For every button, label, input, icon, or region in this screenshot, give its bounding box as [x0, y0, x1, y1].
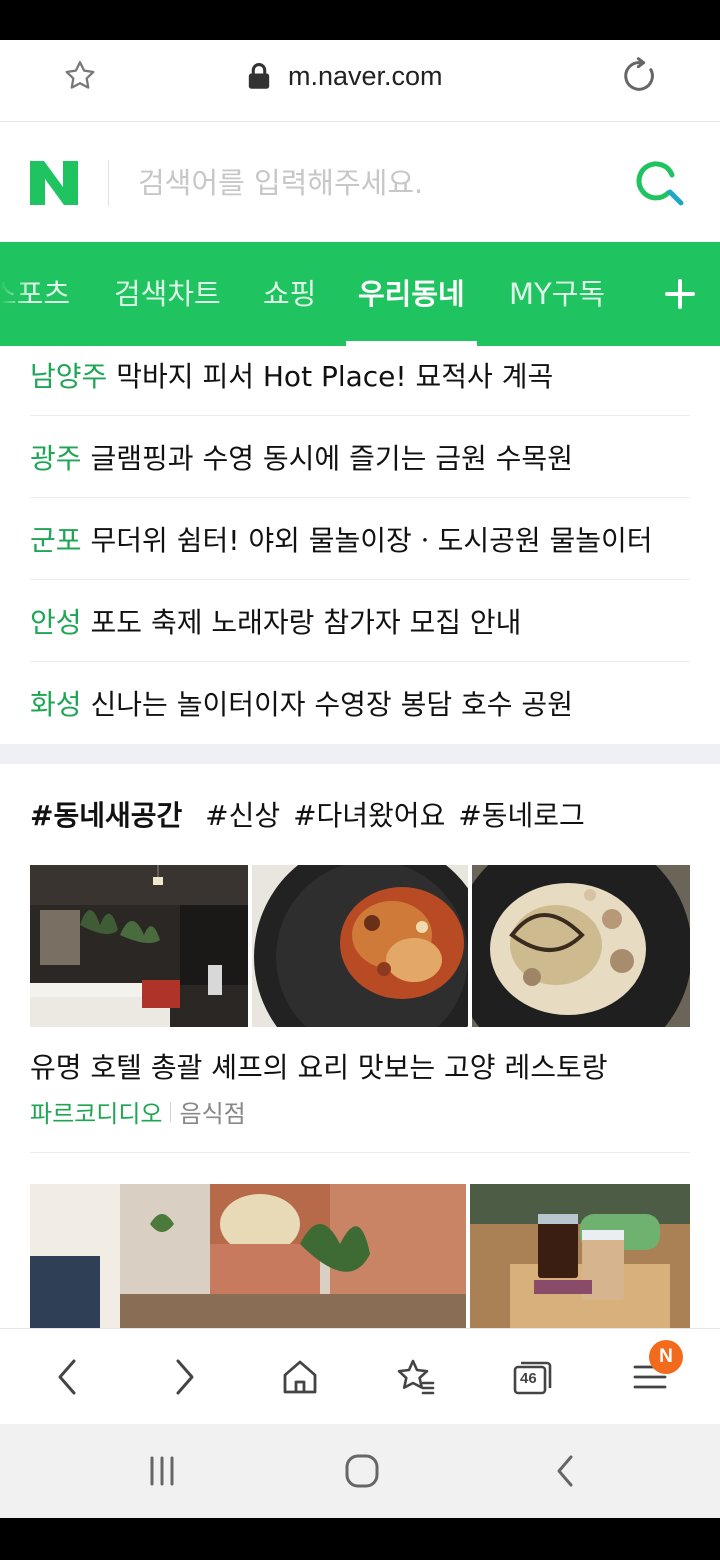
notification-badge: N	[649, 1340, 683, 1374]
iced-coffee-photo[interactable]	[470, 1184, 690, 1328]
forward-button[interactable]	[156, 1349, 212, 1405]
browser-url-bar: m.naver.com	[0, 40, 720, 122]
card-category: 음식점	[179, 1100, 246, 1128]
browser-toolbar: 46	[0, 1328, 720, 1424]
hashtag[interactable]: #신상	[205, 799, 280, 832]
card-place-name[interactable]: 파르코디디오	[30, 1094, 162, 1129]
list-item[interactable]: 화성 신나는 놀이터이자 수영장 봉담 호수 공원	[30, 662, 690, 744]
search-divider	[108, 160, 109, 206]
news-region: 화성	[30, 688, 82, 721]
system-back-icon	[557, 1455, 573, 1487]
tab-shopping[interactable]: 쇼핑	[263, 242, 316, 346]
status-bar	[0, 0, 720, 40]
bottom-bezel	[0, 1518, 720, 1560]
home-circle-icon	[345, 1454, 379, 1488]
chevron-right-icon	[176, 1359, 194, 1395]
list-item[interactable]: 군포 무더위 쉼터! 야외 물놀이장ㆍ도시공원 물놀이터	[30, 498, 690, 580]
list-item[interactable]: 남양주 막바지 피서 Hot Place! 묘적사 계곡	[30, 334, 690, 416]
tab-my-subscription[interactable]: MY구독	[509, 242, 605, 346]
news-title: 글램핑과 수영 동시에 즐기는 금원 수목원	[90, 441, 573, 475]
news-region: 안성	[30, 605, 82, 639]
tab-neighborhood[interactable]: 우리동네	[346, 242, 477, 346]
hashtag-row: #동네새공간 #신상 #다녀왔어요 #동네로그	[30, 794, 589, 834]
section-gap	[0, 744, 720, 764]
news-region: 광주	[30, 441, 82, 475]
news-region: 남양주	[30, 359, 108, 393]
card-divider	[30, 1152, 690, 1153]
tab-search-chart[interactable]: 검색차트	[114, 242, 221, 346]
lock-icon	[248, 63, 270, 89]
search-button[interactable]	[632, 154, 690, 212]
system-navigation-bar	[0, 1424, 720, 1518]
hashtag[interactable]: #다녀왔어요	[293, 799, 445, 832]
tabs-fade	[0, 242, 30, 346]
chevron-left-icon	[58, 1359, 76, 1395]
news-region: 군포	[30, 523, 82, 557]
news-title: 포도 축제 노래자랑 참가자 모집 안내	[90, 605, 522, 639]
cafe-interior-photo[interactable]	[30, 1184, 466, 1328]
address-field[interactable]: m.naver.com	[246, 54, 443, 98]
news-title: 막바지 피서 Hot Place! 묘적사 계곡	[116, 359, 554, 393]
category-tabs: 스포츠 검색차트 쇼핑 우리동네 MY구독	[0, 242, 720, 346]
tabs-button[interactable]: 46	[504, 1349, 560, 1405]
recent-apps-button[interactable]	[137, 1446, 187, 1496]
search-input[interactable]	[124, 156, 604, 210]
pasta-photo[interactable]	[252, 865, 468, 1027]
naver-logo[interactable]	[30, 159, 78, 207]
star-icon	[65, 61, 95, 89]
news-title: 신나는 놀이터이자 수영장 봉담 호수 공원	[90, 688, 573, 721]
news-title: 무더위 쉼터! 야외 물놀이장ㆍ도시공원 물놀이터	[90, 523, 653, 557]
reload-icon	[624, 57, 654, 91]
bookmarks-button[interactable]	[388, 1349, 444, 1405]
add-tab-button[interactable]	[640, 242, 720, 346]
plus-icon	[665, 279, 695, 309]
system-back-button[interactable]	[540, 1446, 590, 1496]
reload-button[interactable]	[616, 52, 664, 100]
search-icon	[636, 161, 684, 206]
home-icon	[283, 1360, 317, 1394]
cream-pasta-photo[interactable]	[472, 865, 690, 1027]
hashtag[interactable]: #동네로그	[458, 799, 585, 832]
recent-apps-icon	[150, 1456, 174, 1486]
new-places-section: #동네새공간 #신상 #다녀왔어요 #동네로그 유명 호텔 총괄 셰프의 요리 …	[0, 764, 720, 1328]
list-item[interactable]: 광주 글램핑과 수영 동시에 즐기는 금원 수목원	[30, 416, 690, 498]
meta-separator	[170, 1101, 172, 1122]
card-meta: 파르코디디오 음식점	[30, 1094, 246, 1129]
tab-count: 46	[520, 1370, 537, 1387]
list-item[interactable]: 안성 포도 축제 노래자랑 참가자 모집 안내	[30, 580, 690, 662]
system-home-button[interactable]	[337, 1446, 387, 1496]
url-text: m.naver.com	[288, 60, 443, 91]
home-button[interactable]	[272, 1349, 328, 1405]
bookmark-add-button[interactable]	[58, 54, 102, 98]
back-button[interactable]	[40, 1349, 96, 1405]
local-news-list: 남양주 막바지 피서 Hot Place! 묘적사 계곡 광주 글램핑과 수영 …	[0, 346, 720, 744]
hashtag-primary[interactable]: #동네새공간	[30, 799, 182, 832]
search-header	[0, 122, 720, 242]
card-title[interactable]: 유명 호텔 총괄 셰프의 요리 맛보는 고양 레스토랑	[30, 1046, 608, 1086]
restaurant-interior-photo[interactable]	[30, 865, 248, 1027]
bookmark-star-icon	[397, 1359, 435, 1395]
